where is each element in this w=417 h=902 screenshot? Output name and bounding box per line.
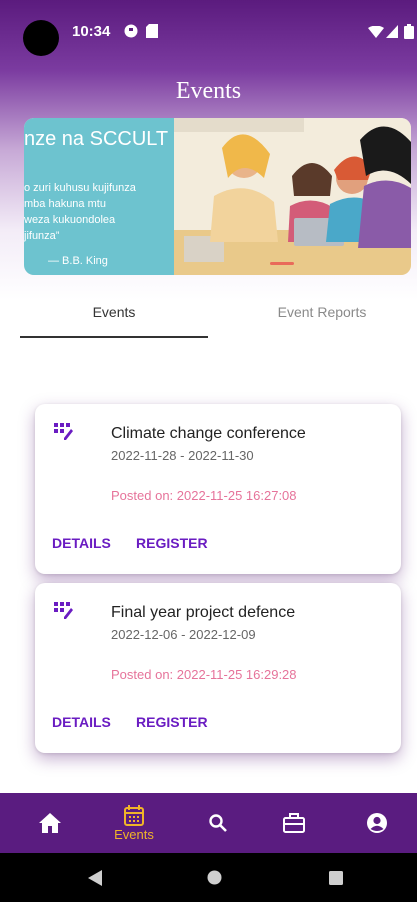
event-title: Final year project defence: [111, 604, 296, 621]
search-icon: [209, 814, 227, 832]
system-navigation-bar: [0, 853, 417, 902]
signal-icon: [386, 25, 398, 38]
banner-quote-panel: nze na SCCULT o zuri kuhusu kujifunza mb…: [24, 118, 174, 275]
back-icon[interactable]: [88, 870, 102, 886]
recents-icon[interactable]: [329, 871, 343, 885]
page-title: Events: [175, 78, 242, 104]
wifi-icon: [368, 26, 384, 38]
nav-profile[interactable]: [357, 793, 397, 853]
calendar-icon: [124, 804, 144, 826]
students-illustration: [174, 118, 411, 275]
nav-jobs[interactable]: [274, 793, 314, 853]
status-time: 10:34: [72, 23, 111, 40]
banner-quote: o zuri kuhusu kujifunza mba hakuna mtu w…: [24, 182, 136, 242]
event-title: Climate change conference: [111, 425, 306, 442]
bottom-navigation: Events: [0, 793, 417, 853]
event-note-icon: [54, 423, 73, 440]
home-icon: [39, 813, 61, 833]
tab-indicator: [20, 336, 208, 338]
account-icon: [367, 813, 387, 833]
briefcase-icon: [283, 813, 305, 833]
nav-events-label: Events: [114, 826, 154, 842]
sim-card-icon: [146, 24, 158, 38]
details-button[interactable]: DETAILS: [52, 714, 111, 730]
promo-banner[interactable]: nze na SCCULT o zuri kuhusu kujifunza mb…: [24, 118, 411, 275]
register-button[interactable]: REGISTER: [136, 535, 208, 551]
event-card: Final year project defence 2022-12-06 - …: [35, 583, 401, 753]
event-posted-date: Posted on: 2022-11-25 16:29:28: [111, 667, 297, 682]
banner-heading: nze na SCCULT: [24, 128, 169, 150]
nav-home[interactable]: [30, 793, 70, 853]
event-note-icon: [54, 602, 73, 619]
banner-author: — B.B. King: [48, 255, 108, 267]
status-bar: 10:34: [0, 0, 417, 58]
register-button[interactable]: REGISTER: [136, 714, 208, 730]
nav-events[interactable]: Events: [104, 793, 164, 853]
battery-icon: [404, 24, 414, 39]
details-button[interactable]: DETAILS: [52, 535, 111, 551]
event-dates: 2022-11-28 - 2022-11-30: [111, 448, 254, 463]
front-camera: [23, 20, 59, 56]
event-dates: 2022-12-06 - 2022-12-09: [111, 627, 256, 642]
nav-search[interactable]: [198, 793, 238, 853]
gpay-icon: [124, 24, 138, 38]
event-card: Climate change conference 2022-11-28 - 2…: [35, 404, 401, 574]
tab-event-reports[interactable]: Event Reports: [218, 296, 417, 340]
tab-events[interactable]: Events: [10, 296, 218, 340]
header: 10:34 Events nze na SCCULT o zuri kuhusu…: [0, 0, 417, 310]
home-circle-icon[interactable]: [207, 870, 222, 885]
event-posted-date: Posted on: 2022-11-25 16:27:08: [111, 488, 297, 503]
tab-bar: Events Event Reports: [0, 296, 417, 340]
